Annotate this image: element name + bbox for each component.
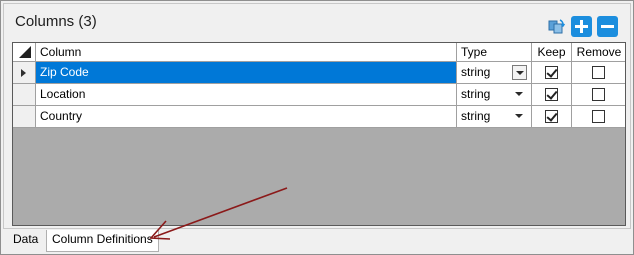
column-header-keep[interactable]: Keep [532, 43, 572, 62]
column-name-cell[interactable]: Country [36, 106, 457, 128]
keep-cell [532, 84, 572, 106]
table-row[interactable]: Location string [13, 84, 625, 106]
type-value: string [461, 65, 491, 79]
row-header[interactable] [13, 106, 36, 128]
column-name-cell[interactable]: Location [36, 84, 457, 106]
add-column-button[interactable] [571, 16, 592, 37]
keep-checkbox[interactable] [545, 110, 558, 123]
keep-checkbox[interactable] [545, 66, 558, 79]
refresh-icon [548, 19, 566, 34]
remove-checkbox[interactable] [592, 66, 605, 79]
type-dropdown[interactable]: string [457, 84, 532, 106]
type-value: string [461, 87, 491, 101]
column-header-column[interactable]: Column [36, 43, 457, 62]
keep-cell [532, 62, 572, 84]
columns-grid: Column Type Keep Remove Zip Code string [12, 42, 626, 226]
type-dropdown[interactable]: string [457, 106, 532, 128]
table-row[interactable]: Zip Code string [13, 62, 625, 84]
column-header-type[interactable]: Type [457, 43, 532, 62]
remove-cell [572, 62, 625, 84]
tab-column-definitions[interactable]: Column Definitions [46, 230, 159, 252]
columns-panel: Columns (3) Column Type Keep Remove Zip … [3, 3, 631, 229]
tab-strip: Data Column Definitions [2, 230, 632, 254]
remove-cell [572, 106, 625, 128]
table-row[interactable]: Country string [13, 106, 625, 128]
remove-checkbox[interactable] [592, 88, 605, 101]
chevron-down-icon[interactable] [512, 109, 527, 124]
tab-data[interactable]: Data [8, 230, 43, 251]
row-header[interactable] [13, 62, 36, 84]
remove-checkbox[interactable] [592, 110, 605, 123]
select-all-triangle-icon [19, 46, 31, 58]
type-value: string [461, 109, 491, 123]
row-header[interactable] [13, 84, 36, 106]
column-header-remove[interactable]: Remove [572, 43, 625, 62]
chevron-down-icon[interactable] [512, 65, 527, 80]
current-row-arrow-icon [21, 69, 26, 77]
keep-checkbox[interactable] [545, 88, 558, 101]
type-dropdown[interactable]: string [457, 62, 532, 84]
remove-cell [572, 84, 625, 106]
refresh-button[interactable] [546, 16, 567, 37]
keep-cell [532, 106, 572, 128]
panel-title: Columns (3) [15, 13, 97, 30]
window: Columns (3) Column Type Keep Remove Zip … [0, 0, 634, 255]
remove-column-button[interactable] [597, 16, 618, 37]
chevron-down-icon[interactable] [512, 87, 527, 102]
column-name-cell[interactable]: Zip Code [36, 62, 457, 84]
select-all-corner[interactable] [13, 43, 36, 62]
